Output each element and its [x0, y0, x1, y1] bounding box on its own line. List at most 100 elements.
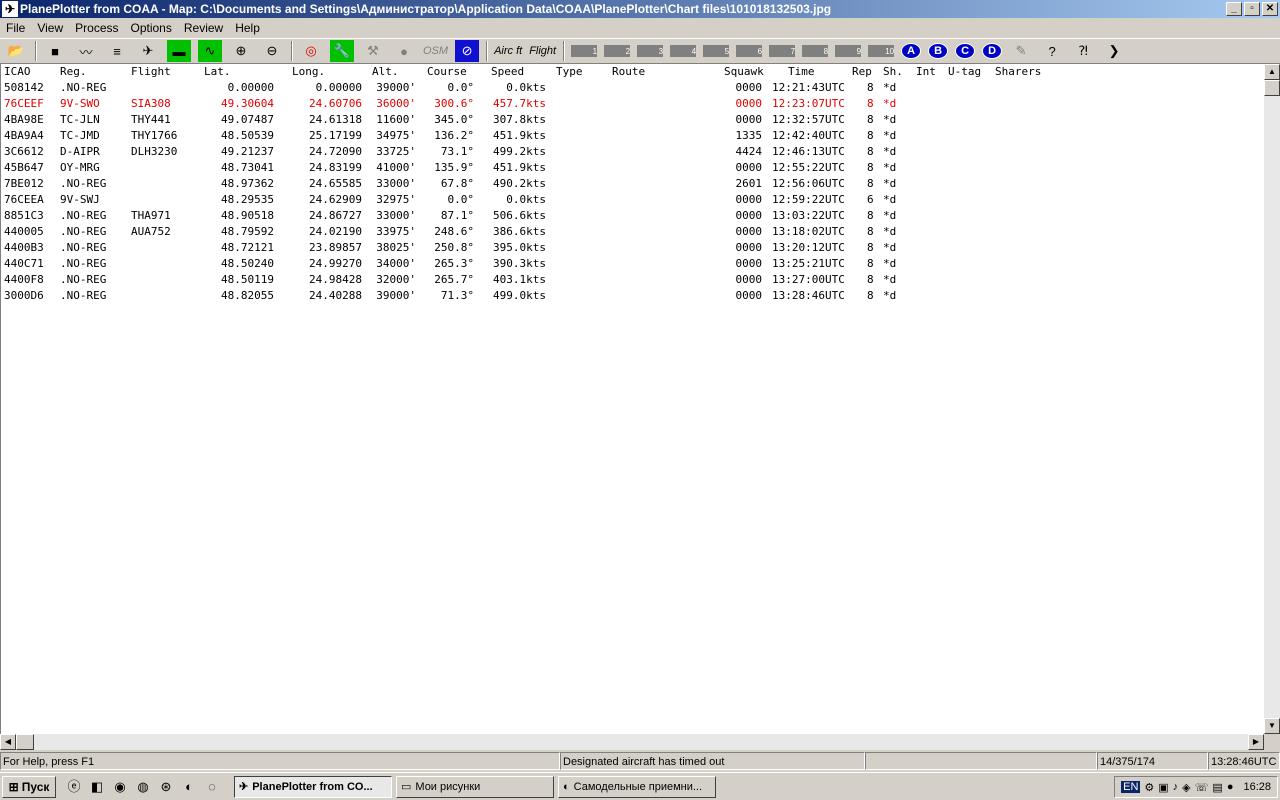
scroll-up-icon[interactable]: ▲	[1264, 64, 1280, 80]
header-type[interactable]: Type	[556, 65, 583, 78]
header-time[interactable]: Time	[788, 65, 815, 78]
zoom-in-icon[interactable]: ⊕	[229, 40, 253, 62]
slot-6-button[interactable]: 6	[736, 45, 763, 57]
menu-view[interactable]: View	[31, 21, 69, 35]
table-row[interactable]: 440C71 .NO-REG 48.50240 24.99270 34000' 265.3…	[1, 256, 1264, 272]
header-lat[interactable]: Lat.	[204, 65, 231, 78]
header-course[interactable]: Course	[427, 65, 467, 78]
horizontal-scroll-thumb[interactable]	[16, 734, 34, 750]
slot-9-button[interactable]: 9	[835, 45, 862, 57]
header-long[interactable]: Long.	[292, 65, 325, 78]
vertical-scrollbar[interactable]: ▲ ▼	[1264, 64, 1280, 734]
slot-1-button[interactable]: 1	[571, 45, 598, 57]
header-sh[interactable]: Sh.	[883, 65, 903, 78]
network-icon[interactable]: ⊛	[156, 777, 176, 797]
opera-icon[interactable]: ◍	[133, 777, 153, 797]
minimize-button[interactable]: _	[1226, 2, 1242, 16]
tray-phone-icon[interactable]: ☏	[1195, 781, 1209, 794]
slot-5-button[interactable]: 5	[703, 45, 730, 57]
flight-button[interactable]: Flight	[529, 40, 556, 62]
ie-icon[interactable]: ⓔ	[64, 777, 84, 797]
scroll-right-icon[interactable]: ▶	[1248, 734, 1264, 750]
menu-process[interactable]: Process	[69, 21, 124, 35]
menu-file[interactable]: File	[0, 21, 31, 35]
firefox-icon[interactable]: ◐	[179, 777, 199, 797]
header-utag[interactable]: U-tag	[948, 65, 981, 78]
airplane-icon[interactable]: ✈	[136, 40, 160, 62]
map-green-icon[interactable]: ▬	[167, 40, 191, 62]
gear-icon[interactable]: ●	[392, 40, 416, 62]
table-row[interactable]: 8851C3 .NO-REG THA971 48.90518 24.86727 33000…	[1, 208, 1264, 224]
bars-icon[interactable]: ≡	[105, 40, 129, 62]
vertical-scroll-thumb[interactable]	[1264, 80, 1280, 96]
menu-help[interactable]: Help	[229, 21, 266, 35]
maximize-button[interactable]: ▫	[1244, 2, 1260, 16]
globe-icon[interactable]: ◌	[202, 777, 222, 797]
table-row[interactable]: 76CEEF 9V-SWO SIA308 49.30604 24.60706 36000'…	[1, 96, 1264, 112]
target-icon[interactable]: ◎	[299, 40, 323, 62]
table-row[interactable]: 7BE012 .NO-REG 48.97362 24.65585 33000' 67.8°…	[1, 176, 1264, 192]
task-my-pictures[interactable]: ▭ Мои рисунки	[396, 775, 554, 798]
osm-button[interactable]: OSM	[423, 40, 448, 62]
header-reg[interactable]: Reg.	[60, 65, 87, 78]
scroll-down-icon[interactable]: ▼	[1264, 718, 1280, 734]
slot-7-button[interactable]: 7	[769, 45, 796, 57]
circle-a-button[interactable]: A	[901, 43, 922, 59]
aircraft-button[interactable]: Airc ft	[494, 40, 522, 62]
tray-volume-icon[interactable]: ♪	[1173, 781, 1179, 793]
horizontal-scrollbar[interactable]: ◀ ▶	[0, 734, 1264, 750]
table-row[interactable]: 3000D6 .NO-REG 48.82055 24.40288 39000' 71.3°…	[1, 288, 1264, 304]
menu-options[interactable]: Options	[125, 21, 178, 35]
media-icon[interactable]: ◉	[110, 777, 130, 797]
task-planeplotter[interactable]: ✈ PlanePlotter from CO...	[234, 775, 392, 798]
tray-signal-icon[interactable]: ▤	[1212, 781, 1222, 794]
tray-globe-icon[interactable]: ●	[1227, 781, 1234, 793]
header-alt[interactable]: Alt.	[372, 65, 399, 78]
header-int[interactable]: Int	[916, 65, 936, 78]
menu-review[interactable]: Review	[178, 21, 229, 35]
stop-icon[interactable]: ■	[43, 40, 67, 62]
table-row[interactable]: 4400B3 .NO-REG 48.72121 23.89857 38025' 250.8…	[1, 240, 1264, 256]
table-row[interactable]: 3C6612 D-AIPR DLH3230 49.21237 24.72090 33725…	[1, 144, 1264, 160]
task-firefox[interactable]: ◐ Самодельные приемни...	[558, 775, 716, 798]
explorer-icon[interactable]: ◧	[87, 777, 107, 797]
table-row[interactable]: 4400F8 .NO-REG 48.50119 24.98428 32000' 265.7…	[1, 272, 1264, 288]
header-flight[interactable]: Flight	[131, 65, 171, 78]
header-squawk[interactable]: Squawk	[724, 65, 764, 78]
chevron-right-icon[interactable]: ❯	[1102, 40, 1126, 62]
header-sharers[interactable]: Sharers	[995, 65, 1041, 78]
header-speed[interactable]: Speed	[491, 65, 524, 78]
context-help-icon[interactable]: ⁈	[1071, 40, 1095, 62]
close-button[interactable]: ✕	[1262, 2, 1278, 16]
tools-icon[interactable]: ⚒	[361, 40, 385, 62]
table-row[interactable]: 508142 .NO-REG 0.00000 0.00000 39000' 0.0° 0.0…	[1, 80, 1264, 96]
chart-green-icon[interactable]: ∿	[198, 40, 222, 62]
circle-b-button[interactable]: B	[928, 43, 949, 59]
table-row[interactable]: 440005 .NO-REG AUA752 48.79592 24.02190 33975…	[1, 224, 1264, 240]
no-flag-icon[interactable]: ⊘	[455, 40, 480, 62]
start-button[interactable]: ⊞ Пуск	[2, 775, 56, 798]
scroll-left-icon[interactable]: ◀	[0, 734, 16, 750]
slot-4-button[interactable]: 4	[670, 45, 697, 57]
table-row[interactable]: 45B647 OY-MRG 48.73041 24.83199 41000' 135.9°…	[1, 160, 1264, 176]
tray-security-icon[interactable]: ◈	[1182, 781, 1190, 794]
zoom-out-icon[interactable]: ⊖	[260, 40, 284, 62]
slot-10-button[interactable]: 10	[868, 45, 895, 57]
circle-c-button[interactable]: C	[955, 43, 976, 59]
header-icao[interactable]: ICAO	[4, 65, 31, 78]
circle-d-button[interactable]: D	[982, 43, 1003, 59]
open-folder-icon[interactable]: 📂	[4, 40, 28, 62]
slot-8-button[interactable]: 8	[802, 45, 829, 57]
slot-3-button[interactable]: 3	[637, 45, 664, 57]
table-row[interactable]: 4BA98E TC-JLN THY441 49.07487 24.61318 11600'…	[1, 112, 1264, 128]
language-indicator[interactable]: EN	[1121, 781, 1141, 793]
header-rep[interactable]: Rep	[852, 65, 872, 78]
title-bar[interactable]: ✈ PlanePlotter from COAA - Map: C:\Docum…	[0, 0, 1280, 18]
wrench-icon[interactable]: 🔧	[330, 40, 354, 62]
table-row[interactable]: 4BA9A4 TC-JMD THY1766 48.50539 25.17199 34975…	[1, 128, 1264, 144]
tray-app-icon[interactable]: ⚙	[1144, 781, 1154, 794]
header-route[interactable]: Route	[612, 65, 645, 78]
wave-icon[interactable]: 〰	[74, 40, 98, 62]
help-icon[interactable]: ?	[1040, 40, 1064, 62]
pencil-icon[interactable]: ✎	[1009, 40, 1033, 62]
